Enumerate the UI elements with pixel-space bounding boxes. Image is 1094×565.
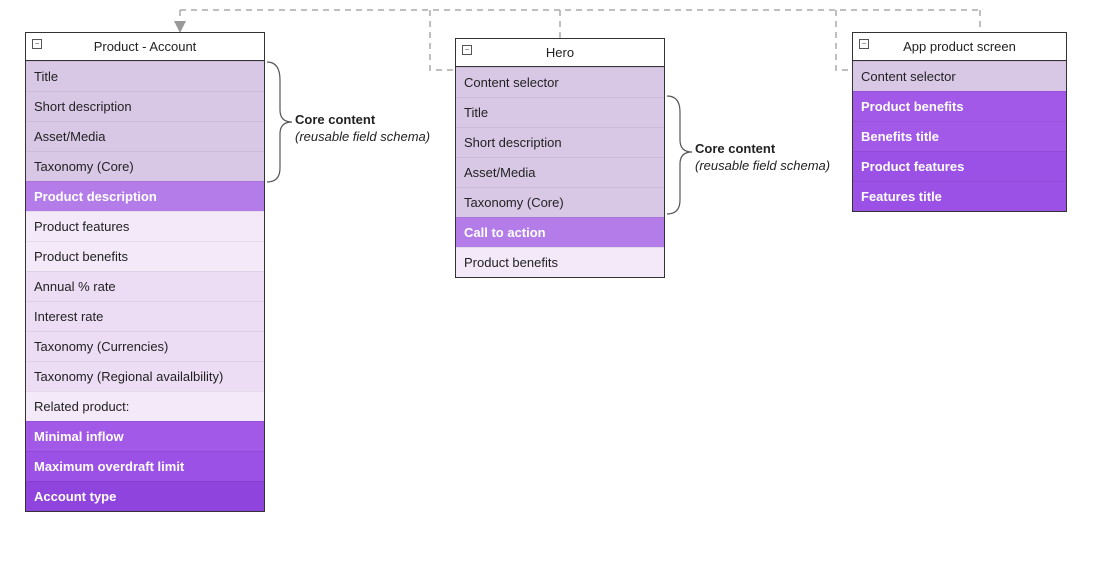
table-row: Short description	[456, 127, 664, 157]
row-label: Product description	[34, 189, 157, 204]
table-row: Product description	[26, 181, 264, 211]
row-label: Product benefits	[464, 255, 558, 270]
row-label: Product features	[34, 219, 129, 234]
row-label: Content selector	[861, 69, 956, 84]
table-row: Asset/Media	[456, 157, 664, 187]
row-label: Call to action	[464, 225, 546, 240]
table-row: Taxonomy (Regional availalbility)	[26, 361, 264, 391]
row-label: Taxonomy (Currencies)	[34, 339, 168, 354]
table-row: Call to action	[456, 217, 664, 247]
table-row: Taxonomy (Currencies)	[26, 331, 264, 361]
row-label: Interest rate	[34, 309, 103, 324]
row-label: Title	[34, 69, 58, 84]
table-row: Product benefits	[853, 91, 1066, 121]
annotation-subtitle: (reusable field schema)	[295, 129, 430, 146]
row-label: Product benefits	[861, 99, 964, 114]
table-title: Hero	[456, 45, 664, 60]
annotation-title: Core content	[295, 112, 430, 129]
table-header: − App product screen	[853, 33, 1066, 61]
table-header: − Hero	[456, 39, 664, 67]
table-row: Product benefits	[456, 247, 664, 277]
table-row: Features title	[853, 181, 1066, 211]
annotation-subtitle: (reusable field schema)	[695, 158, 830, 175]
table-row: Product features	[26, 211, 264, 241]
table-row: Short description	[26, 91, 264, 121]
annotation-title: Core content	[695, 141, 830, 158]
table-row: Maximum overdraft limit	[26, 451, 264, 481]
table-row: Product features	[853, 151, 1066, 181]
collapse-icon[interactable]: −	[32, 39, 42, 49]
row-label: Features title	[861, 189, 942, 204]
table-row: Related product:	[26, 391, 264, 421]
annotation-core-content-2: Core content (reusable field schema)	[695, 141, 830, 175]
row-label: Short description	[464, 135, 562, 150]
table-row: Content selector	[853, 61, 1066, 91]
table-row: Taxonomy (Core)	[456, 187, 664, 217]
row-label: Maximum overdraft limit	[34, 459, 184, 474]
row-label: Benefits title	[861, 129, 939, 144]
table-app-product-screen: − App product screen Content selector Pro…	[852, 32, 1067, 212]
row-label: Short description	[34, 99, 132, 114]
table-row: Title	[456, 97, 664, 127]
row-label: Taxonomy (Core)	[34, 159, 134, 174]
table-row: Product benefits	[26, 241, 264, 271]
row-label: Asset/Media	[464, 165, 536, 180]
row-label: Annual % rate	[34, 279, 116, 294]
table-row: Benefits title	[853, 121, 1066, 151]
table-row: Title	[26, 61, 264, 91]
row-label: Taxonomy (Core)	[464, 195, 564, 210]
row-label: Asset/Media	[34, 129, 106, 144]
annotation-core-content-1: Core content (reusable field schema)	[295, 112, 430, 146]
table-row: Interest rate	[26, 301, 264, 331]
table-product-account: − Product - Account Title Short descripti…	[25, 32, 265, 512]
row-label: Related product:	[34, 399, 129, 414]
row-label: Product benefits	[34, 249, 128, 264]
collapse-icon[interactable]: −	[462, 45, 472, 55]
table-row: Annual % rate	[26, 271, 264, 301]
table-hero: − Hero Content selector Title Short descri…	[455, 38, 665, 278]
row-label: Content selector	[464, 75, 559, 90]
row-label: Minimal inflow	[34, 429, 124, 444]
table-row: Asset/Media	[26, 121, 264, 151]
table-row: Account type	[26, 481, 264, 511]
table-row: Taxonomy (Core)	[26, 151, 264, 181]
collapse-icon[interactable]: −	[859, 39, 869, 49]
row-label: Product features	[861, 159, 964, 174]
table-row: Content selector	[456, 67, 664, 97]
table-title: Product - Account	[26, 39, 264, 54]
row-label: Account type	[34, 489, 116, 504]
row-label: Taxonomy (Regional availalbility)	[34, 369, 223, 384]
table-row: Minimal inflow	[26, 421, 264, 451]
table-header: − Product - Account	[26, 33, 264, 61]
table-title: App product screen	[853, 39, 1066, 54]
row-label: Title	[464, 105, 488, 120]
